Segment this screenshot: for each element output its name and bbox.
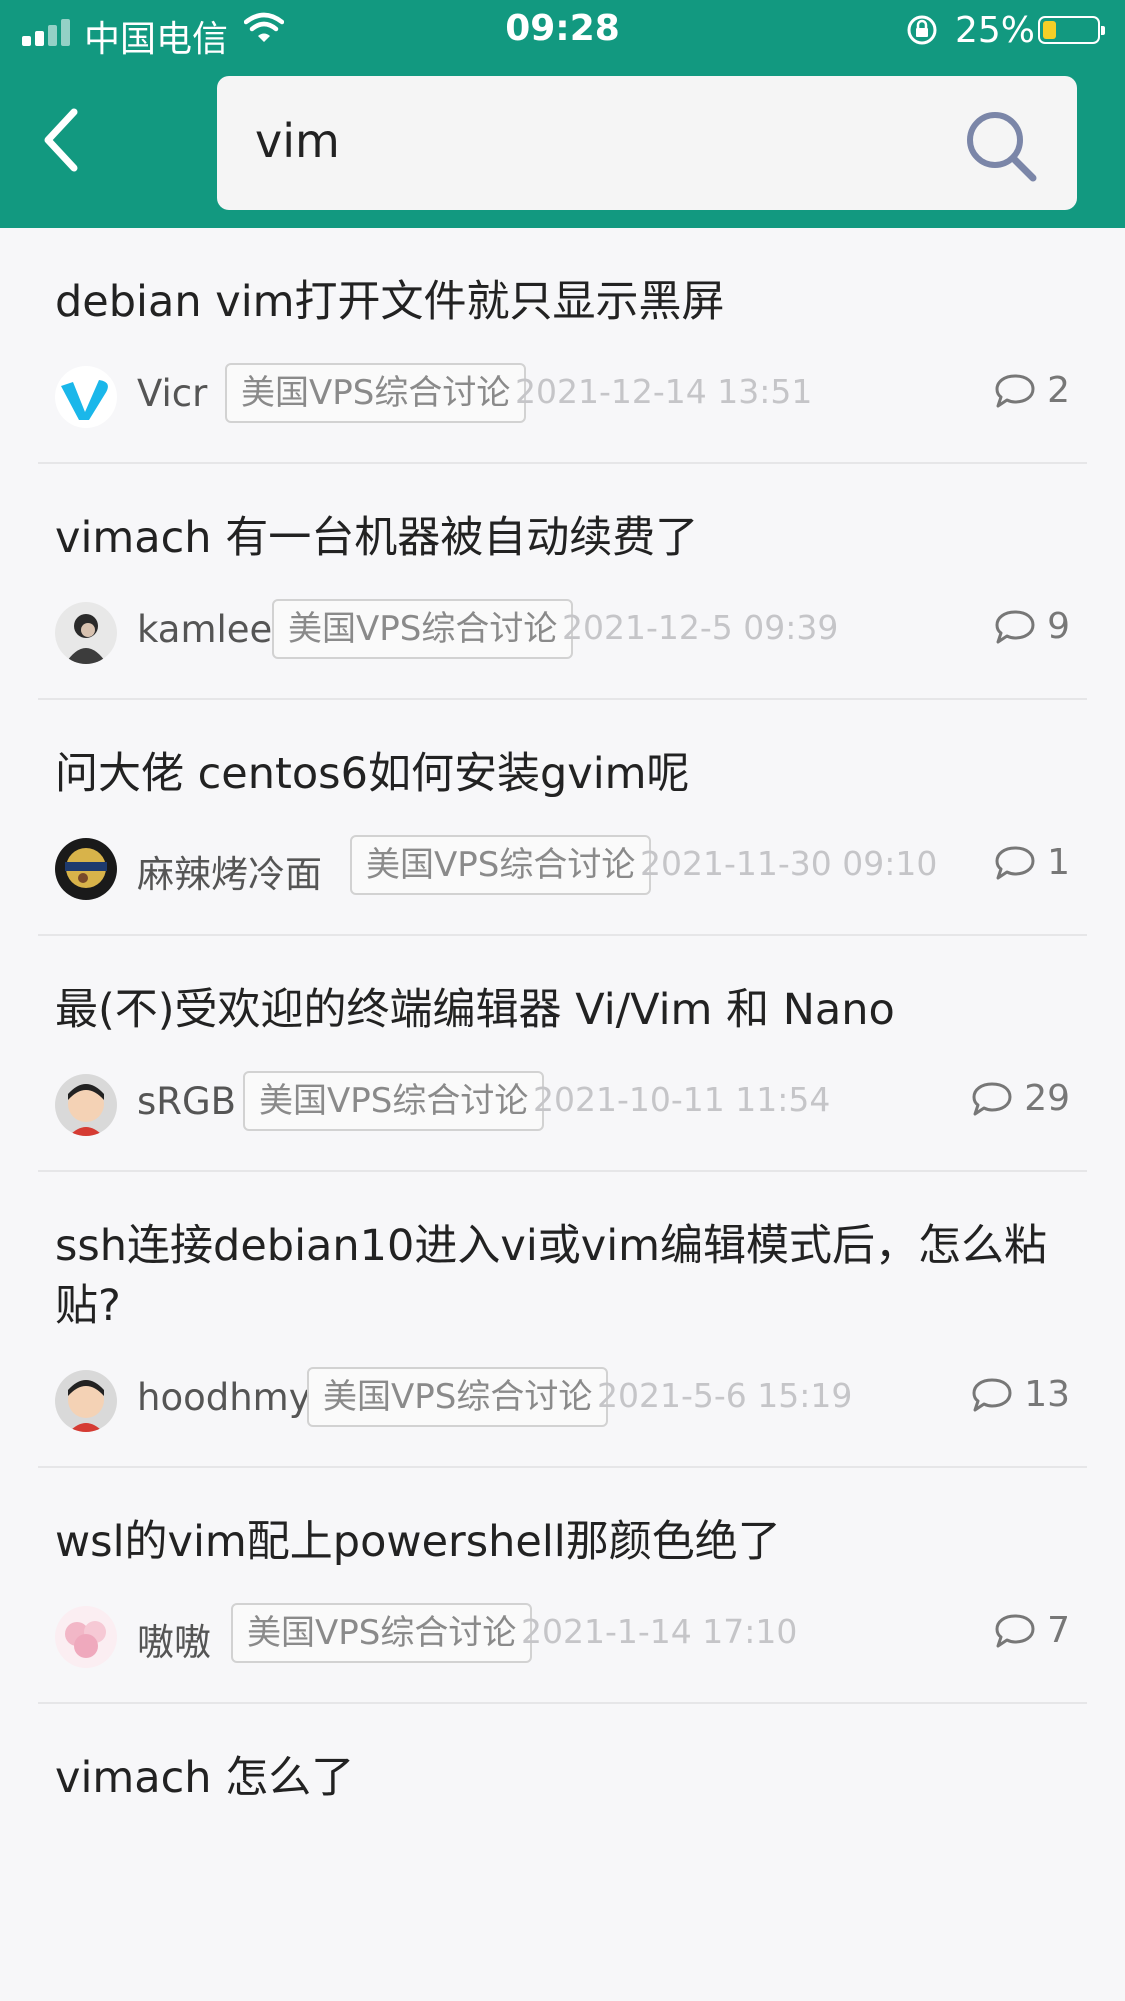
avatar[interactable] [55,366,117,428]
post-date: 2021-1-14 17:10 [521,1612,798,1651]
author-name[interactable]: Vicr [137,372,207,415]
list-item[interactable]: 最(不)受欢迎的终端编辑器 Vi/Vim 和 Nano sRGB 美国VPS综合… [38,936,1087,1172]
post-meta: 嗷嗷 美国VPS综合讨论 2021-1-14 17:10 7 [55,1572,1070,1702]
post-date: 2021-11-30 09:10 [640,844,938,883]
avatar[interactable] [55,838,117,900]
comment-icon [995,846,1035,880]
post-meta: 麻辣烤冷面 美国VPS综合讨论 2021-11-30 09:10 1 [55,804,1070,934]
list-item[interactable]: ssh连接debian10进入vi或vim编辑模式后，怎么粘贴? hoodhmy… [38,1172,1087,1468]
post-title[interactable]: 问大佬 centos6如何安装gvim呢 [55,700,1070,804]
avatar[interactable] [55,1606,117,1668]
comment-count: 7 [993,1610,1070,1652]
author-name[interactable]: 嗷嗷 [137,1612,211,1666]
comment-count-value: 29 [1024,1078,1070,1119]
comment-count-value: 9 [1047,606,1070,647]
avatar[interactable] [55,1074,117,1136]
back-button[interactable] [34,100,94,180]
author-name[interactable]: 麻辣烤冷面 [137,844,322,898]
category-tag[interactable]: 美国VPS综合讨论 [350,835,652,895]
post-date: 2021-12-5 09:39 [562,608,839,647]
author-name[interactable]: hoodhmy [137,1376,311,1419]
rotation-lock-icon [904,12,940,57]
list-item[interactable]: vimach 怎么了 [38,1704,1087,1808]
post-title[interactable]: ssh连接debian10进入vi或vim编辑模式后，怎么粘贴? [55,1172,1070,1336]
comment-count-value: 7 [1047,1610,1070,1651]
comment-icon [995,374,1035,408]
post-date: 2021-5-6 15:19 [597,1376,853,1415]
comment-count: 29 [970,1078,1070,1120]
post-meta: hoodhmy 美国VPS综合讨论 2021-5-6 15:19 13 [55,1336,1070,1466]
status-bar: 中国电信 09:28 25% [0,0,1125,62]
author-name[interactable]: sRGB [137,1080,236,1123]
list-item[interactable]: 问大佬 centos6如何安装gvim呢 麻辣烤冷面 美国VPS综合讨论 202… [38,700,1087,936]
comment-icon [972,1378,1012,1412]
author-name[interactable]: kamlee [137,608,272,651]
comment-count: 9 [993,606,1070,648]
post-title[interactable]: vimach 有一台机器被自动续费了 [55,464,1070,568]
comment-count-value: 2 [1047,370,1070,411]
battery-icon [1038,16,1105,44]
category-tag[interactable]: 美国VPS综合讨论 [272,599,574,659]
post-title[interactable]: 最(不)受欢迎的终端编辑器 Vi/Vim 和 Nano [55,936,1070,1040]
post-date: 2021-12-14 13:51 [515,372,813,411]
comment-count: 1 [993,842,1070,884]
search-input[interactable] [255,96,955,186]
comment-icon [995,610,1035,644]
post-meta: Vicr 美国VPS综合讨论 2021-12-14 13:51 2 [55,332,1070,462]
avatar[interactable] [55,1370,117,1432]
category-tag[interactable]: 美国VPS综合讨论 [243,1071,545,1131]
comment-icon [995,1614,1035,1648]
post-title[interactable]: debian vim打开文件就只显示黑屏 [55,228,1070,332]
post-date: 2021-10-11 11:54 [533,1080,831,1119]
post-title[interactable]: vimach 怎么了 [55,1704,1070,1808]
avatar[interactable] [55,602,117,664]
comment-count-value: 13 [1024,1374,1070,1415]
chevron-left-icon [44,108,78,172]
battery-percent: 25% [955,10,1036,51]
category-tag[interactable]: 美国VPS综合讨论 [231,1603,533,1663]
app-header: 中国电信 09:28 25% [0,0,1125,228]
post-title[interactable]: wsl的vim配上powershell那颜色绝了 [55,1468,1070,1572]
post-meta: sRGB 美国VPS综合讨论 2021-10-11 11:54 29 [55,1040,1070,1170]
list-item[interactable]: vimach 有一台机器被自动续费了 kamlee 美国VPS综合讨论 2021… [38,464,1087,700]
comment-icon [972,1082,1012,1116]
comment-count: 13 [970,1374,1070,1416]
search-bar[interactable] [217,76,1077,210]
list-item[interactable]: wsl的vim配上powershell那颜色绝了 嗷嗷 美国VPS综合讨论 20… [38,1468,1087,1704]
post-meta: kamlee 美国VPS综合讨论 2021-12-5 09:39 9 [55,568,1070,698]
category-tag[interactable]: 美国VPS综合讨论 [307,1367,609,1427]
comment-count: 2 [993,370,1070,412]
category-tag[interactable]: 美国VPS综合讨论 [225,363,527,423]
list-item[interactable]: debian vim打开文件就只显示黑屏 Vicr 美国VPS综合讨论 2021… [38,228,1087,464]
comment-count-value: 1 [1047,842,1070,883]
search-results: debian vim打开文件就只显示黑屏 Vicr 美国VPS综合讨论 2021… [0,228,1125,1808]
search-icon[interactable] [961,106,1041,186]
